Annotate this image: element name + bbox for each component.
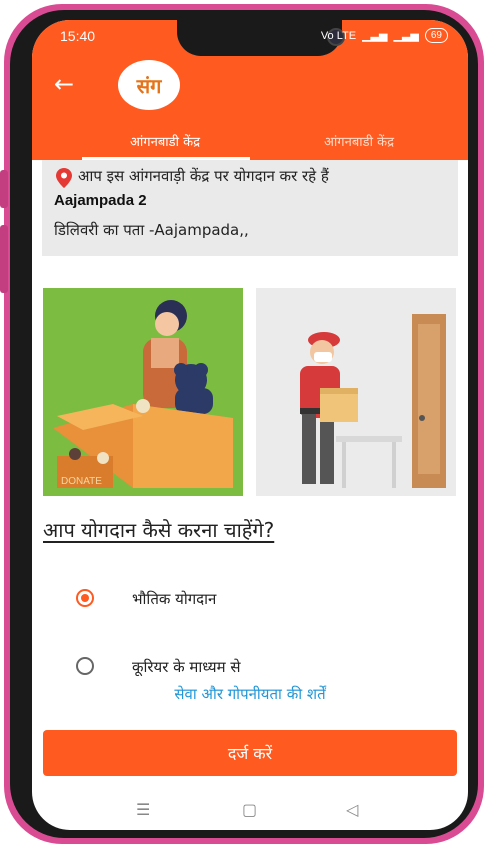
back-triangle-icon[interactable]: ◁ (346, 800, 358, 819)
menu-icon[interactable]: ☰ (136, 800, 150, 819)
submit-button[interactable]: दर्ज करें (43, 730, 457, 776)
phone-side-button (0, 170, 8, 208)
location-pin-icon (56, 168, 72, 188)
donate-label: DONATE (61, 476, 102, 487)
app-bar: ← संग (32, 56, 468, 114)
logo-text: संग (136, 73, 162, 98)
battery-icon: 69 (424, 28, 448, 43)
physical-donation-image[interactable]: DONATE (43, 288, 243, 496)
tab-bar: आंगनबाडी केंद्र आंगनबाडी केंद्र (32, 114, 468, 160)
signal-icon-2: ▁▃▅ (393, 30, 419, 42)
home-icon[interactable]: ▢ (242, 800, 257, 819)
app-screen: 15:40 Vo LTE ▁▃▅ ▁▃▅ 69 ← संग आंगनबाडी क… (32, 20, 468, 830)
tab-anganwadi-2[interactable]: आंगनबाडी केंद्र (250, 132, 468, 150)
delivery-address: डिलिवरी का पता -Aajampada,, (54, 221, 249, 239)
contribution-question: आप योगदान कैसे करना चाहेंगे? (43, 518, 275, 542)
anganwadi-name: Aajampada 2 (54, 192, 147, 209)
contribution-text: आप इस आंगनवाड़ी केंद्र पर योगदान कर रहे … (78, 167, 329, 185)
notch (177, 20, 345, 56)
app-logo: संग (118, 60, 180, 110)
network-label: Vo LTE (320, 29, 357, 42)
status-icons: Vo LTE ▁▃▅ ▁▃▅ 69 (321, 28, 448, 43)
arrow-left-icon[interactable]: ← (54, 72, 74, 96)
courier-delivery-image[interactable] (256, 288, 456, 496)
option-courier-label[interactable]: कूरियर के माध्यम से (132, 657, 241, 677)
phone-volume-button (0, 225, 8, 293)
radio-courier[interactable] (76, 657, 94, 675)
status-time: 15:40 (60, 28, 96, 44)
option-physical-label[interactable]: भौतिक योगदान (132, 589, 216, 609)
terms-link[interactable]: सेवा और गोपनीयता की शर्तें (32, 684, 468, 704)
tab-anganwadi-1[interactable]: आंगनबाडी केंद्र (56, 132, 274, 150)
system-nav-bar: ☰ ▢ ◁ (32, 792, 468, 830)
signal-icon: ▁▃▅ (362, 30, 388, 42)
anganwadi-card: आप इस आंगनवाड़ी केंद्र पर योगदान कर रहे … (42, 160, 458, 256)
radio-physical[interactable] (76, 589, 94, 607)
status-bar: 15:40 Vo LTE ▁▃▅ ▁▃▅ 69 (32, 20, 468, 56)
